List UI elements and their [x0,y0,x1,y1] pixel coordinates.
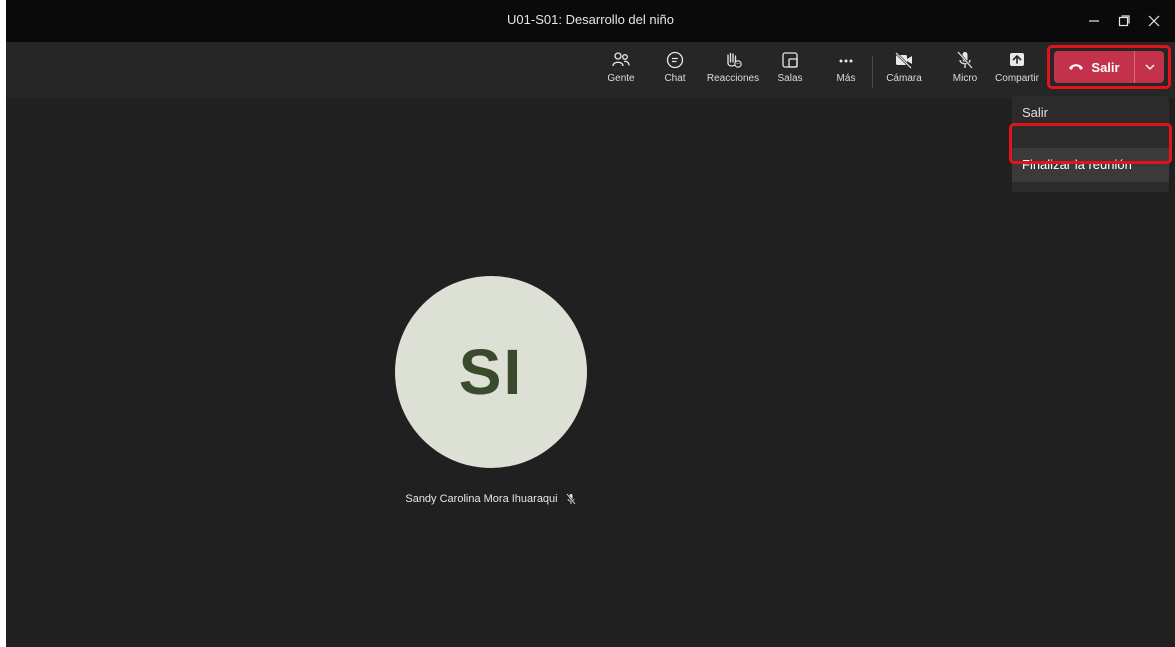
meeting-window: U01-S01: Desarrollo del niño Gente Chat … [6,0,1175,647]
toolbar-divider [872,56,873,88]
rooms-button[interactable]: Salas [762,48,818,94]
more-button[interactable]: Más [818,48,874,94]
participant-label: Sandy Carolina Mora Ihuaraqui [386,493,596,505]
reactions-button[interactable]: Reacciones [705,48,761,94]
share-label: Compartir [995,73,1039,84]
avatar-initials: SI [458,336,524,408]
people-label: Gente [607,73,635,84]
maximize-button[interactable] [1111,9,1137,33]
share-tray-icon [1010,53,1024,66]
reaction-hand-icon [727,52,742,68]
meeting-toolbar: Gente Chat Reacciones Salas Más Cámara M… [6,42,1175,98]
camera-button[interactable]: Cámara [876,48,932,94]
mic-label: Micro [952,73,978,84]
participant-name: Sandy Carolina Mora Ihuaraqui [405,493,558,505]
more-label: Más [836,73,856,84]
chat-icon [666,51,684,69]
end-meeting-highlight-box [1009,123,1172,164]
close-button[interactable] [1141,9,1167,33]
mic-button[interactable]: Micro [937,48,993,94]
reactions-label: Reacciones [706,73,760,84]
more-dots-icon [839,59,853,63]
close-icon [1148,15,1160,27]
camera-off-icon [895,52,912,69]
camera-label: Cámara [886,73,922,84]
mic-off-icon [957,51,973,69]
people-icon [612,52,630,67]
participant-avatar: SI [395,276,587,468]
chat-label: Chat [664,73,686,84]
breakout-rooms-icon [782,52,798,68]
rooms-label: Salas [777,73,803,84]
leave-highlight-box [1047,45,1171,89]
window-title: U01-S01: Desarrollo del niño [507,12,674,27]
participant-mic-off-icon [565,493,576,505]
restore-icon [1118,15,1130,27]
title-bar: U01-S01: Desarrollo del niño [6,0,1175,42]
minimize-icon [1089,20,1099,22]
share-button[interactable]: Compartir [989,48,1045,94]
minimize-button[interactable] [1081,9,1107,33]
people-button[interactable]: Gente [593,48,649,94]
chat-button[interactable]: Chat [647,48,703,94]
